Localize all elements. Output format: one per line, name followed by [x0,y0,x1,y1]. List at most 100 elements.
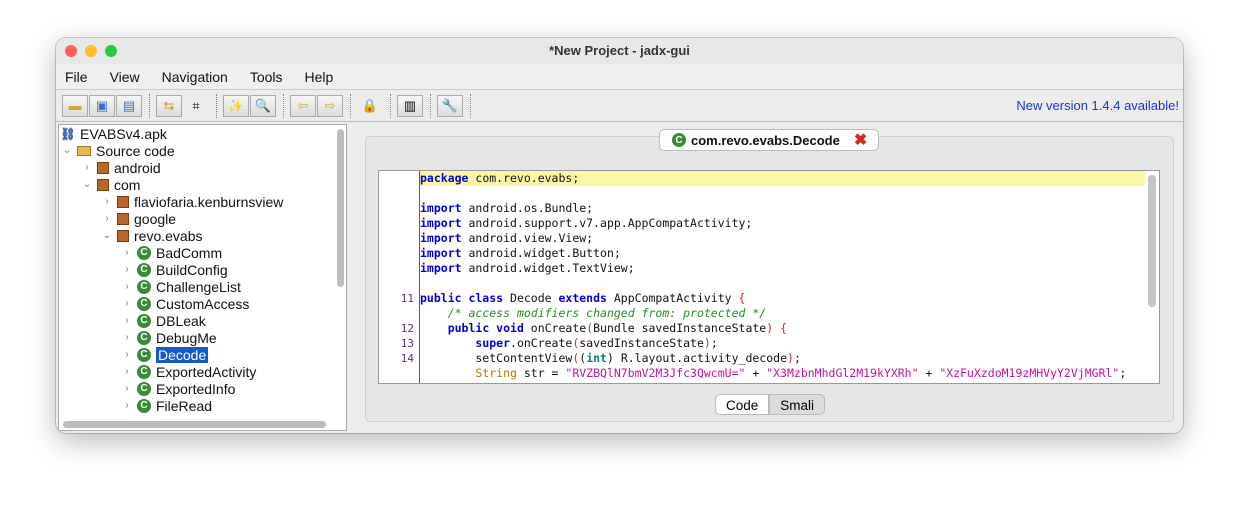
chevron-right-icon[interactable]: › [121,315,133,326]
menu-bar: File View Navigation Tools Help [56,64,1183,90]
tree-item[interactable]: › C FileRead [59,397,346,414]
chevron-right-icon[interactable]: › [121,349,133,360]
chevron-right-icon[interactable]: › [121,264,133,275]
sync-icon[interactable]: ⇆ [156,94,182,117]
code-token: android.widget.TextView; [461,261,635,275]
line-number: 13 [400,337,414,350]
log-icon[interactable]: ▥ [397,94,423,117]
tree-item[interactable]: › C BuildConfig [59,261,346,278]
tree-item[interactable]: › C BadComm [59,244,346,261]
menu-navigation[interactable]: Navigation [162,69,228,85]
tree-item[interactable]: › C ExportedInfo [59,380,346,397]
code-view-button[interactable]: Code [715,394,770,415]
package-icon [97,178,109,191]
line-number [379,306,419,321]
line-number [379,261,419,276]
menu-tools[interactable]: Tools [250,69,283,85]
code-editor[interactable]: 11 12 13 14 package com.revo.evabs; import … [378,170,1160,384]
tree-item[interactable]: › C ChallengeList [59,278,346,295]
export-icon[interactable]: ▤ [116,94,142,117]
tab-decode[interactable]: C com.revo.evabs.Decode ✖ [659,129,879,151]
class-icon: C [137,279,151,294]
chevron-down-icon[interactable]: ⌄ [101,230,113,241]
tree-item-label: DBLeak [156,312,206,329]
save-all-icon[interactable]: ▣ [89,94,115,117]
line-number [379,366,419,381]
tree-item[interactable]: › C Decode [59,346,346,363]
tree-item[interactable]: ⌄ revo.evabs [59,227,346,244]
tree-item[interactable]: › C ExportedActivity [59,363,346,380]
split-pane-divider[interactable] [348,124,358,431]
project-tree: ⛓ EVABSv4.apk ⌄ Source code › android ⌄ com › fla… [58,124,347,431]
code-area[interactable]: package com.revo.evabs; import android.o… [420,171,1145,381]
code-token: import [420,246,462,260]
code-line: setContentView((int) R.layout.activity_d… [420,351,1145,366]
tree-item[interactable]: ⌄ com [59,176,346,193]
tree-item[interactable]: › flaviofaria.kenburnsview [59,193,346,210]
code-token: int [586,351,607,365]
tree-item[interactable]: › C DBLeak [59,312,346,329]
chevron-right-icon[interactable]: › [101,213,113,224]
smali-view-button[interactable]: Smali [769,394,826,415]
back-icon[interactable]: ⇦ [290,94,316,117]
line-number-gutter: 11 12 13 14 [379,171,420,383]
line-number [379,171,419,186]
decompile-all-icon[interactable]: 🔒 [357,95,383,117]
zoom-window-button[interactable] [105,45,117,57]
tree-item[interactable]: ⌄ Source code [59,142,346,159]
chevron-right-icon[interactable]: › [101,196,113,207]
code-line: /* access modifiers changed from: protec… [420,306,1145,321]
search-icon[interactable]: 🔍 [250,94,276,117]
minimize-window-button[interactable] [85,45,97,57]
tree-item[interactable]: ⛓ EVABSv4.apk [59,125,346,142]
menu-view[interactable]: View [110,69,140,85]
chevron-down-icon[interactable]: ⌄ [81,179,93,190]
code-token: str = [516,366,566,380]
tree-item[interactable]: › C DebugMe [59,329,346,346]
editor-vertical-scrollbar[interactable] [1148,175,1156,307]
chevron-down-icon[interactable]: ⌄ [61,145,73,156]
tree-horizontal-scrollbar[interactable] [63,421,326,428]
class-icon: C [672,133,686,147]
close-window-button[interactable] [65,45,77,57]
menu-file[interactable]: File [65,69,88,85]
chevron-right-icon[interactable]: › [121,366,133,377]
code-token: Decode [503,291,559,305]
tree-item[interactable]: › google [59,210,346,227]
tree-item-label: CustomAccess [156,295,250,312]
apk-icon: ⛓ [60,126,76,141]
chevron-right-icon[interactable]: › [121,332,133,343]
tree-vertical-scrollbar[interactable] [337,129,344,287]
tree-item[interactable]: › android [59,159,346,176]
code-token: com.revo.evabs; [468,171,580,185]
code-token: ) [703,336,711,350]
package-icon [117,229,129,242]
forward-icon[interactable]: ⇨ [317,94,343,117]
chevron-right-icon[interactable]: › [121,400,133,411]
new-version-link[interactable]: New version 1.4.4 available! [1016,98,1179,113]
folder-icon [77,145,91,156]
chevron-right-icon[interactable]: › [81,162,93,173]
menu-help[interactable]: Help [305,69,334,85]
open-file-icon[interactable]: ▬ [62,94,88,117]
chevron-right-icon[interactable]: › [121,383,133,394]
tree-item-label: FileRead [156,397,213,414]
preferences-icon[interactable]: 🔧 [437,94,463,117]
code-token: "RVZBQlN7bmV2M3Jfc3QwcmU=" [565,366,746,380]
tree-item[interactable]: › C CustomAccess [59,295,346,312]
window-title: *New Project - jadx-gui [549,43,690,58]
tree-item-label: ExportedActivity [156,363,257,380]
flatten-packages-icon[interactable]: ⌗ [183,95,209,117]
package-icon [117,195,129,208]
class-icon: C [137,245,151,260]
close-tab-icon[interactable]: ✖ [854,130,867,150]
view-toggle: Code Smali [715,394,826,415]
deobfuscation-icon[interactable]: ✨ [223,94,249,117]
tree-item-label: BuildConfig [156,261,228,278]
chevron-right-icon[interactable]: › [121,247,133,258]
chevron-right-icon[interactable]: › [121,281,133,292]
code-token: + [918,366,940,380]
chevron-right-icon[interactable]: › [121,298,133,309]
toolbar: ▬ ▣ ▤ ⇆ ⌗ ✨ 🔍 ⇦ ⇨ 🔒 ▥ 🔧 New version 1.4.… [56,90,1183,122]
